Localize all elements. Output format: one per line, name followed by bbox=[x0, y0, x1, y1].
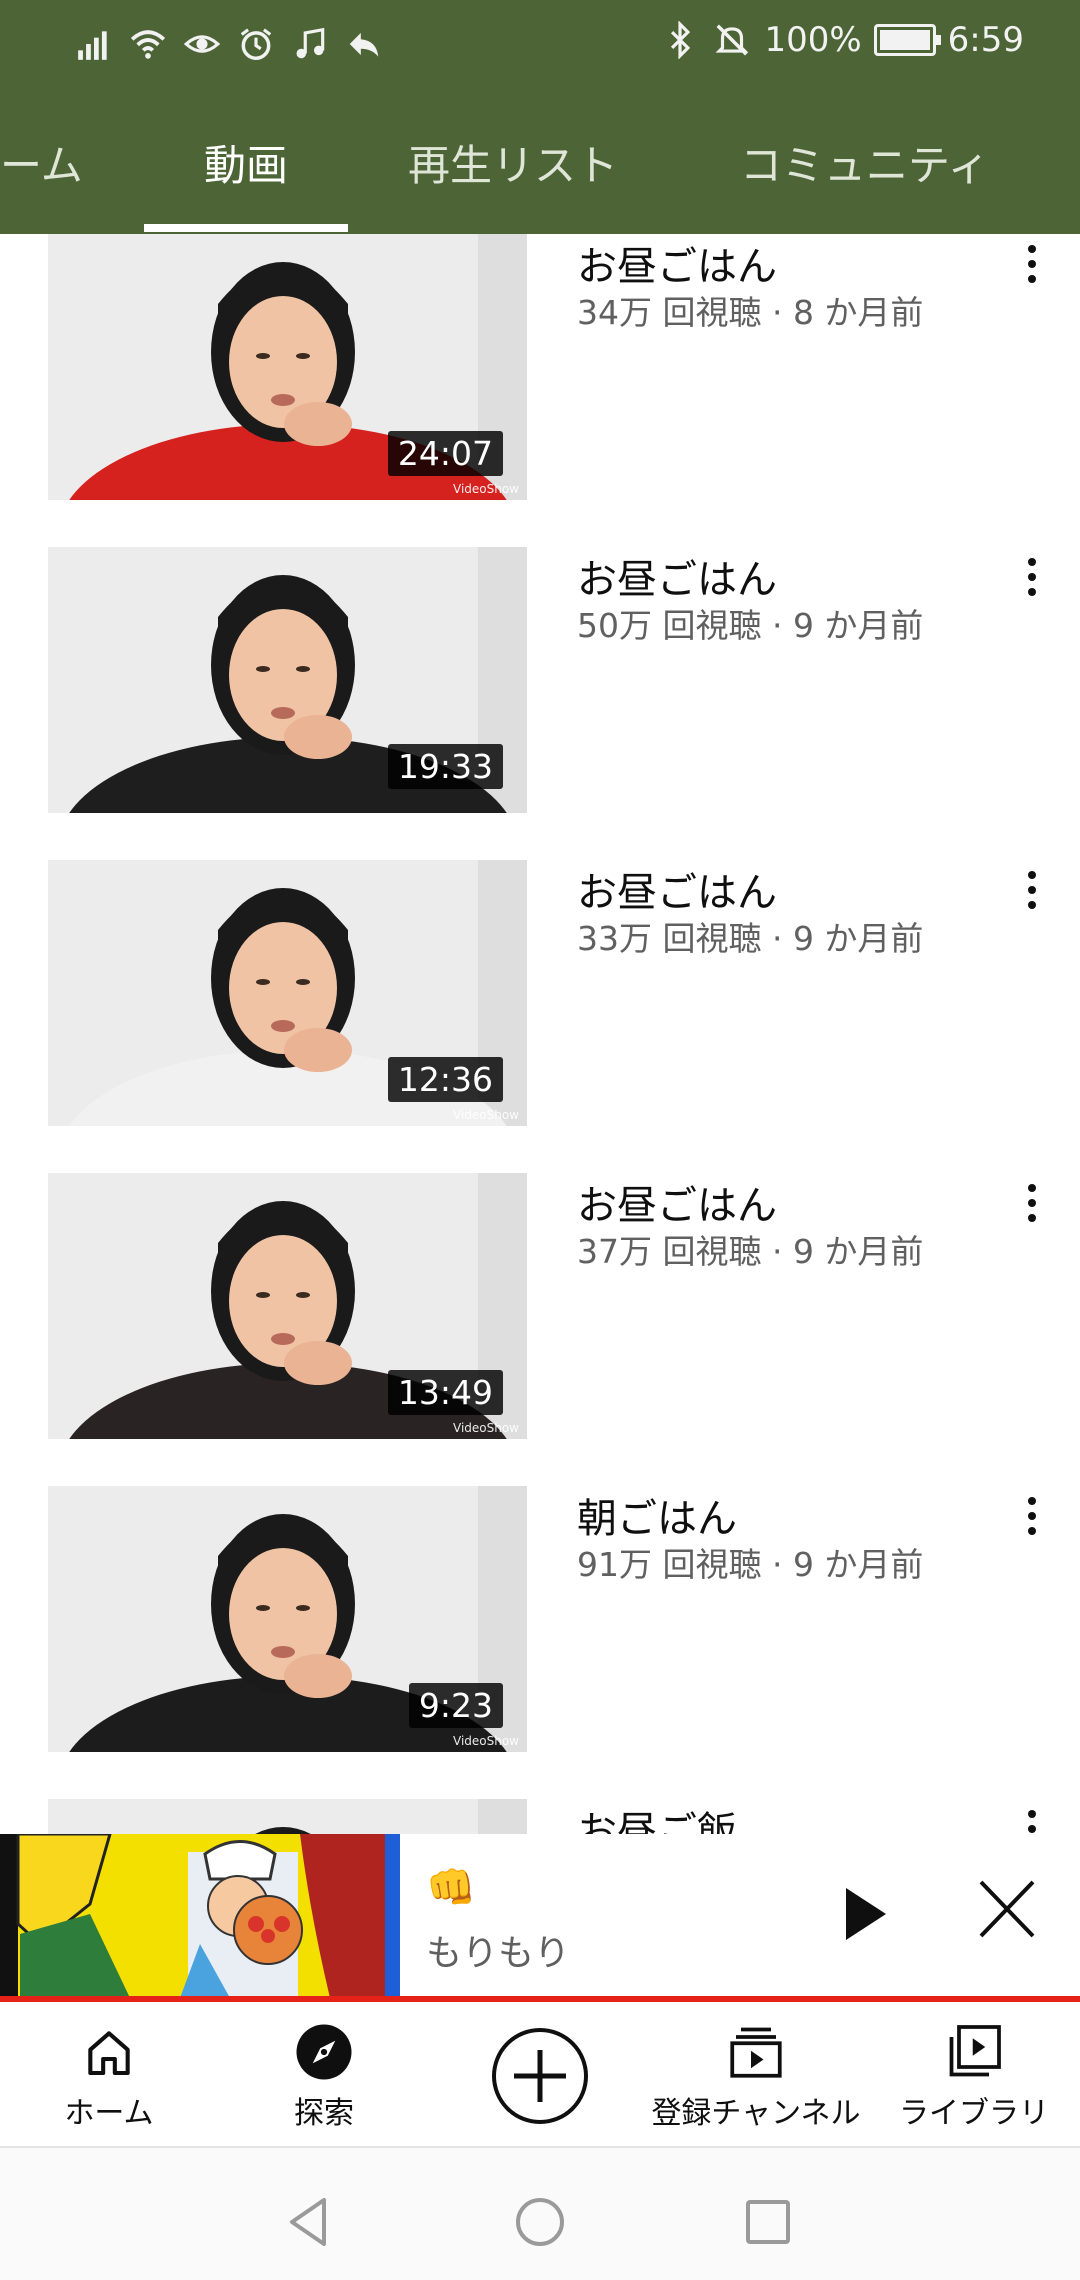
system-nav-bar bbox=[0, 2148, 1080, 2280]
video-list: 24:07 VideoShow お昼ごはん 34万 回視聴 · 8 か月前 19:33 お… bbox=[0, 234, 1080, 1834]
mini-player[interactable]: 👊 もりもり bbox=[0, 1834, 1080, 1998]
video-title[interactable]: お昼ご飯 bbox=[577, 1799, 737, 1834]
nav-home[interactable]: ホーム bbox=[42, 2002, 176, 2148]
close-icon[interactable] bbox=[975, 1874, 1039, 1944]
video-item[interactable]: お昼ご飯12万 回視聴 · 10 か月前 bbox=[0, 1725, 1080, 1834]
status-icons-left bbox=[74, 22, 384, 66]
wifi-icon bbox=[128, 22, 168, 66]
subscriptions-icon bbox=[726, 2022, 786, 2082]
eye-comfort-icon bbox=[182, 22, 222, 66]
bluetooth-icon bbox=[660, 18, 700, 62]
status-icons-right: 100% 6:59 bbox=[660, 18, 1024, 62]
tab-community[interactable]: コミュニティ bbox=[740, 90, 989, 234]
tab-playlists[interactable]: 再生リスト bbox=[408, 90, 618, 234]
mini-player-emoji: 👊 bbox=[426, 1865, 476, 1911]
video-title[interactable]: お昼ごはん bbox=[577, 1173, 777, 1231]
more-options-icon[interactable] bbox=[1014, 234, 1050, 294]
video-title[interactable]: お昼ごはん bbox=[577, 860, 777, 918]
battery-percent: 100% bbox=[764, 20, 862, 60]
more-options-icon[interactable] bbox=[1014, 1486, 1050, 1546]
music-note-icon bbox=[290, 22, 330, 66]
video-meta: 34万 回視聴 · 8 か月前 bbox=[577, 293, 924, 332]
clock-time: 6:59 bbox=[947, 20, 1024, 60]
compass-icon bbox=[294, 2022, 354, 2082]
video-meta: 91万 回視聴 · 9 か月前 bbox=[577, 1545, 924, 1584]
tab-videos[interactable]: 動画 bbox=[204, 90, 288, 234]
video-item[interactable]: 13:49 VideoShow お昼ごはん 37万 回視聴 · 9 か月前 bbox=[0, 1099, 1080, 1439]
more-options-icon[interactable] bbox=[1014, 547, 1050, 607]
tab-home-partial[interactable]: ーム bbox=[0, 90, 83, 234]
active-tab-indicator bbox=[144, 224, 348, 232]
video-duration: 13:49 bbox=[387, 1370, 503, 1415]
channel-tabs: ーム 動画 再生リスト コミュニティ bbox=[0, 90, 1080, 234]
video-duration: 19:33 bbox=[387, 744, 503, 789]
video-duration: 24:07 bbox=[387, 431, 503, 476]
nav-create[interactable] bbox=[486, 2002, 594, 2148]
video-thumbnail[interactable]: 19:33 bbox=[48, 547, 527, 813]
home-icon bbox=[79, 2022, 139, 2082]
video-title[interactable]: 朝ごはん bbox=[577, 1486, 737, 1544]
video-item[interactable]: 19:33 お昼ごはん 50万 回視聴 · 9 か月前 bbox=[0, 473, 1080, 813]
battery-icon bbox=[873, 24, 941, 56]
video-item[interactable]: 24:07 VideoShow お昼ごはん 34万 回視聴 · 8 か月前 bbox=[0, 234, 1080, 500]
signal-icon bbox=[74, 22, 114, 66]
home-circle-icon[interactable] bbox=[510, 2192, 570, 2252]
library-icon bbox=[944, 2022, 1004, 2082]
video-thumbnail[interactable]: 24:07 VideoShow bbox=[48, 234, 527, 500]
muted-bell-icon bbox=[712, 18, 752, 62]
nav-subscriptions-label: 登録チャンネル bbox=[651, 2096, 861, 2131]
video-thumbnail[interactable]: 9:23 VideoShow bbox=[48, 1486, 527, 1752]
video-meta: 33万 回視聴 · 9 か月前 bbox=[577, 919, 924, 958]
more-options-icon[interactable] bbox=[1014, 1799, 1050, 1834]
nav-subscriptions[interactable]: 登録チャンネル bbox=[648, 2002, 864, 2148]
nav-library-label: ライブラリ bbox=[899, 2096, 1049, 2131]
bottom-nav: ホーム 探索 登録チャンネル ライブラリ bbox=[0, 2002, 1080, 2148]
video-meta: 50万 回視聴 · 9 か月前 bbox=[577, 606, 924, 645]
video-thumbnail[interactable]: 13:49 VideoShow bbox=[48, 1173, 527, 1439]
video-duration: 9:23 bbox=[408, 1683, 503, 1728]
mini-player-thumbnail[interactable] bbox=[0, 1834, 400, 1998]
back-icon[interactable] bbox=[278, 2192, 338, 2252]
status-bar: 100% 6:59 bbox=[0, 0, 1080, 90]
add-circle-icon bbox=[490, 2026, 590, 2126]
alarm-icon bbox=[236, 22, 276, 66]
nav-explore[interactable]: 探索 bbox=[264, 2002, 384, 2148]
nav-library[interactable]: ライブラリ bbox=[894, 2002, 1054, 2148]
video-item[interactable]: 9:23 VideoShow 朝ごはん 91万 回視聴 · 9 か月前 bbox=[0, 1412, 1080, 1752]
video-thumbnail[interactable] bbox=[48, 1799, 527, 1834]
more-options-icon[interactable] bbox=[1014, 1173, 1050, 1233]
video-item[interactable]: 12:36 VideoShow お昼ごはん 33万 回視聴 · 9 か月前 bbox=[0, 786, 1080, 1126]
play-icon[interactable] bbox=[836, 1874, 896, 1954]
video-duration: 12:36 bbox=[387, 1057, 503, 1102]
recents-icon[interactable] bbox=[738, 2192, 798, 2252]
share-back-icon bbox=[344, 22, 384, 66]
more-options-icon[interactable] bbox=[1014, 860, 1050, 920]
video-meta: 37万 回視聴 · 9 か月前 bbox=[577, 1232, 924, 1271]
mini-player-title[interactable]: もりもり bbox=[426, 1924, 570, 1976]
video-thumbnail[interactable]: 12:36 VideoShow bbox=[48, 860, 527, 1126]
nav-explore-label: 探索 bbox=[294, 2096, 354, 2131]
video-title[interactable]: お昼ごはん bbox=[577, 234, 777, 292]
video-title[interactable]: お昼ごはん bbox=[577, 547, 777, 605]
nav-home-label: ホーム bbox=[64, 2096, 154, 2131]
